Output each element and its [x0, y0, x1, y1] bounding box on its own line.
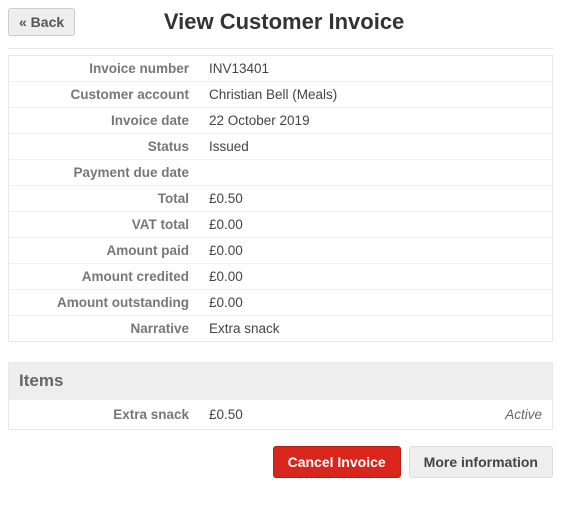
item-status: Active	[495, 400, 552, 429]
detail-value: £0.00	[199, 290, 552, 315]
page-title: View Customer Invoice	[75, 9, 553, 35]
detail-value: £0.00	[199, 238, 552, 263]
items-heading: Items	[9, 363, 552, 399]
item-value: £0.50	[199, 400, 495, 429]
detail-value: Extra snack	[199, 316, 552, 341]
detail-row-status: Status Issued	[9, 134, 552, 160]
detail-label: Amount paid	[9, 238, 199, 263]
more-information-button[interactable]: More information	[409, 446, 553, 478]
detail-value: £0.00	[199, 212, 552, 237]
detail-label: Total	[9, 186, 199, 211]
detail-label: Customer account	[9, 82, 199, 107]
detail-label: Amount credited	[9, 264, 199, 289]
detail-label: Invoice number	[9, 56, 199, 81]
item-label: Extra snack	[9, 400, 199, 429]
detail-value: £0.50	[199, 186, 552, 211]
detail-value: INV13401	[199, 56, 552, 81]
detail-value: Issued	[199, 134, 552, 159]
detail-row-invoice-number: Invoice number INV13401	[9, 56, 552, 82]
detail-row-invoice-date: Invoice date 22 October 2019	[9, 108, 552, 134]
cancel-invoice-button[interactable]: Cancel Invoice	[273, 446, 401, 478]
detail-label: Status	[9, 134, 199, 159]
detail-row-total: Total £0.50	[9, 186, 552, 212]
item-row: Extra snack £0.50 Active	[9, 399, 552, 429]
detail-label: Narrative	[9, 316, 199, 341]
invoice-details-table: Invoice number INV13401 Customer account…	[8, 55, 553, 342]
detail-value	[199, 160, 552, 185]
detail-row-amount-outstanding: Amount outstanding £0.00	[9, 290, 552, 316]
back-button[interactable]: « Back	[8, 8, 75, 36]
detail-row-amount-credited: Amount credited £0.00	[9, 264, 552, 290]
detail-row-payment-due-date: Payment due date	[9, 160, 552, 186]
detail-label: VAT total	[9, 212, 199, 237]
action-buttons: Cancel Invoice More information	[8, 446, 553, 478]
detail-row-vat-total: VAT total £0.00	[9, 212, 552, 238]
items-section: Items Extra snack £0.50 Active	[8, 362, 553, 430]
page-header: « Back View Customer Invoice	[8, 8, 553, 49]
detail-label: Amount outstanding	[9, 290, 199, 315]
detail-row-amount-paid: Amount paid £0.00	[9, 238, 552, 264]
detail-label: Payment due date	[9, 160, 199, 185]
detail-value: Christian Bell (Meals)	[199, 82, 552, 107]
detail-row-narrative: Narrative Extra snack	[9, 316, 552, 341]
detail-value: 22 October 2019	[199, 108, 552, 133]
detail-row-customer-account: Customer account Christian Bell (Meals)	[9, 82, 552, 108]
detail-value: £0.00	[199, 264, 552, 289]
detail-label: Invoice date	[9, 108, 199, 133]
